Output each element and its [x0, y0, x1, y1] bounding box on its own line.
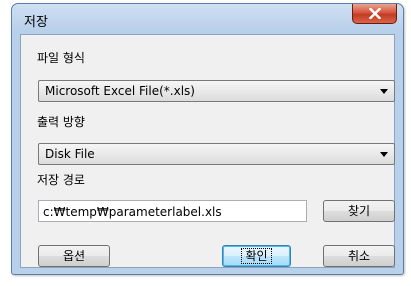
- save-path-label: 저장 경로: [37, 173, 85, 187]
- save-path-input[interactable]: [39, 203, 303, 221]
- file-format-select[interactable]: Microsoft Excel File(*.xls): [38, 80, 395, 102]
- dropdown-arrow-icon: [380, 89, 388, 94]
- dropdown-arrow-icon: [380, 152, 388, 157]
- ok-button-label: 확인: [241, 248, 272, 264]
- dialog-title: 저장: [24, 15, 48, 30]
- close-button[interactable]: [352, 4, 397, 24]
- ok-button[interactable]: 확인: [222, 245, 291, 267]
- dialog-body: 파일 형식 Microsoft Excel File(*.xls) 출력 방향 …: [20, 34, 395, 268]
- file-format-value: Microsoft Excel File(*.xls): [45, 84, 195, 98]
- save-path-field[interactable]: [38, 200, 307, 222]
- output-direction-label: 출력 방향: [37, 115, 85, 129]
- output-direction-select[interactable]: Disk File: [38, 143, 395, 165]
- options-button[interactable]: 옵션: [38, 245, 110, 267]
- output-direction-value: Disk File: [45, 147, 95, 161]
- save-dialog: 저장 파일 형식 Microsoft Excel File(*.xls) 출력 …: [11, 3, 404, 275]
- title-bar[interactable]: 저장: [12, 4, 403, 34]
- browse-button[interactable]: 찾기: [323, 200, 395, 222]
- close-icon: [369, 8, 381, 19]
- cancel-button[interactable]: 취소: [323, 245, 395, 267]
- file-format-label: 파일 형식: [37, 51, 85, 65]
